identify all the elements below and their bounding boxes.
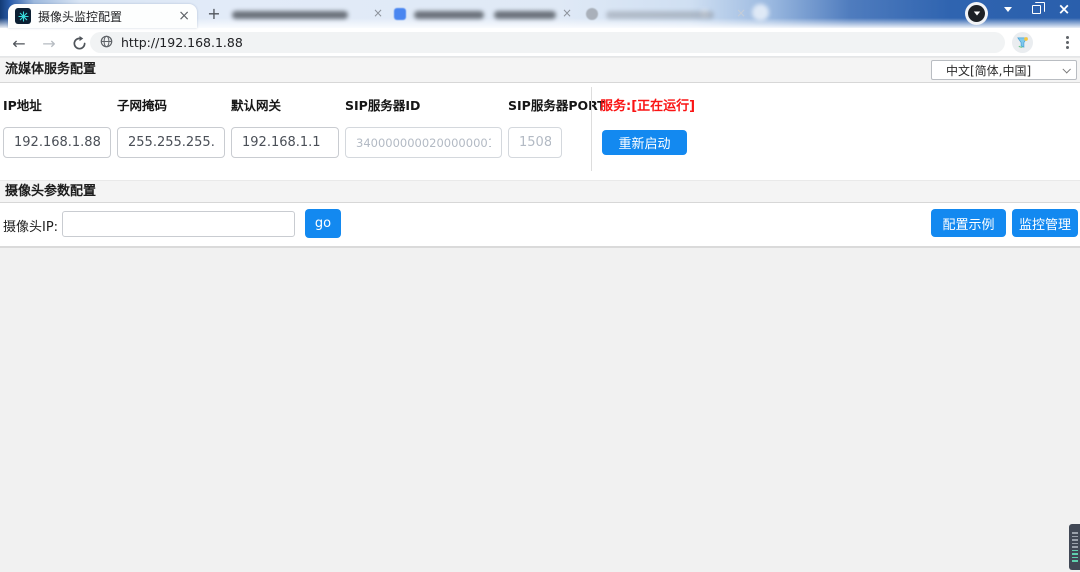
service-status-text: 服务:[正在运行]	[600, 95, 695, 114]
decorative-dot	[752, 4, 769, 21]
profile-avatar-button[interactable]	[965, 2, 988, 25]
avatar	[968, 5, 985, 22]
sip-server-id-label: SIP服务器ID	[345, 95, 420, 114]
language-select[interactable]: 中文[简体,中国]	[931, 60, 1077, 80]
redacted-tab[interactable]	[606, 11, 714, 19]
new-tab-button[interactable]: +	[204, 4, 224, 24]
stream-config-form: IP地址 子网掩码 默认网关 SIP服务器ID SIP服务器PORT 服务:[正…	[0, 83, 1080, 180]
back-icon[interactable]: ←	[8, 32, 30, 54]
menu-dots-icon[interactable]	[1058, 33, 1076, 51]
language-select-value: 中文[简体,中国]	[946, 62, 1031, 79]
redacted-tab[interactable]	[414, 11, 484, 19]
camera-ip-input[interactable]	[62, 211, 295, 237]
tab-strip: 摄像头监控配置 × + × × × ×	[0, 0, 1080, 28]
redacted-tab[interactable]	[494, 11, 556, 19]
tab-close-icon[interactable]: ×	[178, 9, 190, 23]
tab-favicon	[586, 8, 598, 20]
reload-icon[interactable]	[68, 32, 90, 54]
sidebar-toggle-widget[interactable]	[1069, 524, 1080, 570]
vertical-divider	[591, 87, 592, 171]
tab-close-icon[interactable]: ×	[736, 6, 746, 20]
stream-config-title: 流媒体服务配置	[0, 58, 1080, 82]
camera-config-title: 摄像头参数配置	[0, 181, 1080, 202]
chevron-down-icon	[1062, 65, 1070, 73]
extension-icon[interactable]	[1012, 32, 1033, 53]
gateway-label: 默认网关	[231, 95, 281, 114]
camera-config-section-bar: 摄像头参数配置	[0, 180, 1080, 203]
browser-window: 摄像头监控配置 × + × × × × ← →	[0, 0, 1080, 572]
gateway-input[interactable]	[231, 127, 339, 158]
address-bar[interactable]: http://192.168.1.88	[90, 32, 1005, 53]
ip-address-label: IP地址	[3, 95, 42, 114]
subnet-mask-label: 子网掩码	[117, 95, 167, 114]
minimize-icon[interactable]	[996, 0, 1020, 18]
tab-camera-config[interactable]: 摄像头监控配置 ×	[8, 4, 197, 28]
url-text: http://192.168.1.88	[121, 35, 243, 50]
browser-toolbar: ← → http://192.168.1.88	[0, 28, 1080, 57]
camera-ip-row: 摄像头IP: go 配置示例 监控管理	[0, 203, 1080, 246]
monitor-manage-button[interactable]: 监控管理	[1012, 209, 1078, 237]
camera-ip-label: 摄像头IP:	[3, 216, 58, 235]
sip-server-id-input	[345, 127, 502, 158]
close-window-icon[interactable]: ×	[1052, 0, 1076, 18]
ip-address-input[interactable]	[3, 127, 111, 158]
forward-icon[interactable]: →	[38, 32, 60, 54]
go-button[interactable]: go	[305, 209, 341, 238]
content-empty-area	[0, 246, 1080, 572]
snowflake-favicon-icon	[15, 8, 31, 24]
tab-title: 摄像头监控配置	[38, 8, 172, 25]
restart-button[interactable]: 重新启动	[602, 130, 687, 155]
stream-config-section-bar: 流媒体服务配置 中文[简体,中国]	[0, 57, 1080, 83]
sip-server-port-input	[508, 127, 562, 158]
tab-favicon	[394, 8, 406, 20]
redacted-tab[interactable]	[232, 11, 348, 19]
tab-close-icon[interactable]: ×	[562, 6, 572, 20]
subnet-mask-input[interactable]	[117, 127, 225, 158]
tab-close-icon[interactable]: ×	[373, 6, 383, 20]
globe-icon	[100, 33, 113, 52]
config-example-button[interactable]: 配置示例	[931, 209, 1006, 237]
restore-window-icon[interactable]	[1024, 0, 1048, 18]
